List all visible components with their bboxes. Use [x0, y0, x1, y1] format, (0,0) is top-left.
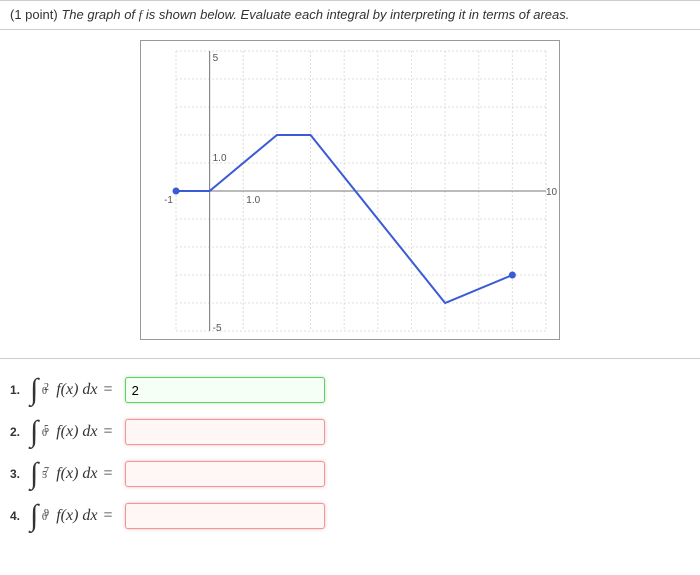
- question-number: 2.: [10, 425, 24, 439]
- divider: [0, 358, 700, 359]
- question-row: 3. ∫75 f(x) dx =: [0, 453, 700, 495]
- function-graph: 5 1.0 -5 -1 1.0 10: [140, 40, 560, 340]
- question-number: 1.: [10, 383, 24, 397]
- lower-bound: 0: [42, 377, 47, 407]
- svg-text:5: 5: [213, 53, 219, 64]
- equals-sign: =: [104, 465, 113, 483]
- prompt-after: is shown below. Evaluate each integral b…: [142, 7, 569, 22]
- integral-expression: ∫90 f(x) dx =: [30, 501, 119, 531]
- integrand: f(x) dx: [56, 381, 97, 399]
- answer-input[interactable]: [125, 503, 325, 529]
- integrand: f(x) dx: [56, 423, 97, 441]
- integrand: f(x) dx: [56, 465, 97, 483]
- integral-symbol: ∫90: [30, 501, 38, 531]
- svg-text:1.0: 1.0: [213, 153, 227, 164]
- lower-bound: 5: [42, 461, 47, 491]
- answer-input[interactable]: [125, 419, 325, 445]
- graph-container: 5 1.0 -5 -1 1.0 10: [0, 30, 700, 350]
- equals-sign: =: [104, 381, 113, 399]
- question-row: 4. ∫90 f(x) dx =: [0, 495, 700, 537]
- question-row: 1. ∫20 f(x) dx =: [0, 369, 700, 411]
- question-number: 4.: [10, 509, 24, 523]
- prompt-before: The graph of: [61, 7, 138, 22]
- points-label: (1 point): [10, 7, 58, 22]
- svg-text:1.0: 1.0: [246, 195, 260, 206]
- lower-bound: 0: [42, 419, 47, 449]
- answer-input[interactable]: [125, 377, 325, 403]
- integral-symbol: ∫50: [30, 417, 38, 447]
- equals-sign: =: [104, 507, 113, 525]
- integral-expression: ∫20 f(x) dx =: [30, 375, 119, 405]
- integral-expression: ∫75 f(x) dx =: [30, 459, 119, 489]
- equals-sign: =: [104, 423, 113, 441]
- integral-symbol: ∫20: [30, 375, 38, 405]
- questions-list: 1.∫20f(x) dx=2.∫50f(x) dx=3.∫75f(x) dx=4…: [0, 369, 700, 537]
- integral-expression: ∫50 f(x) dx =: [30, 417, 119, 447]
- svg-text:-1: -1: [164, 195, 173, 206]
- integral-symbol: ∫75: [30, 459, 38, 489]
- svg-text:-5: -5: [213, 323, 222, 334]
- answer-input[interactable]: [125, 461, 325, 487]
- prompt-text: The graph of f is shown below. Evaluate …: [61, 7, 569, 22]
- question-number: 3.: [10, 467, 24, 481]
- lower-bound: 0: [42, 503, 47, 533]
- question-row: 2. ∫50 f(x) dx =: [0, 411, 700, 453]
- svg-text:10: 10: [546, 187, 558, 198]
- integrand: f(x) dx: [56, 507, 97, 525]
- question-header: (1 point) The graph of f is shown below.…: [0, 0, 700, 30]
